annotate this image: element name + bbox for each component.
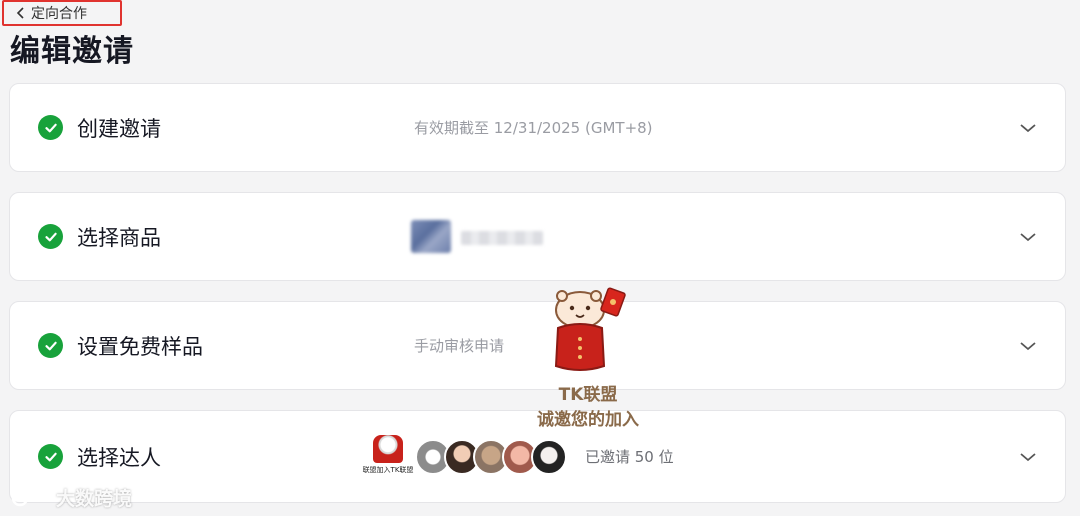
step-label: 选择达人	[77, 445, 161, 470]
product-thumbnail-blurred	[411, 220, 451, 253]
watermark-overlay: TK联盟 诚邀您的加入	[520, 284, 656, 434]
step-card-create-invitation[interactable]: 创建邀请 有效期截至 12/31/2025 (GMT+8)	[9, 83, 1066, 172]
hamster-mascot-icon	[554, 287, 626, 371]
check-circle-icon	[38, 115, 63, 140]
avatar	[531, 439, 567, 475]
chevron-down-icon[interactable]	[1019, 340, 1037, 352]
creator-logo: 联盟加入TK联盟	[363, 435, 413, 477]
creator-logo-caption: 联盟加入TK联盟	[362, 466, 414, 474]
watermark-line-2: 诚邀您的加入	[537, 410, 639, 430]
check-circle-icon	[38, 333, 63, 358]
creator-avatar-group	[415, 439, 567, 475]
step-card-select-product[interactable]: 选择商品	[9, 192, 1066, 281]
back-link-label: 定向合作	[31, 6, 87, 22]
corner-watermark: 大数跨境	[10, 484, 132, 511]
chevron-down-icon[interactable]	[1019, 122, 1037, 134]
step-detail-sample-review: 手动审核申请	[414, 337, 505, 355]
corner-watermark-text: 大数跨境	[56, 488, 133, 510]
brand-logo-icon	[11, 489, 48, 506]
chevron-left-icon	[16, 7, 24, 19]
step-label: 设置免费样品	[77, 334, 203, 359]
back-link[interactable]: 定向合作	[2, 0, 122, 26]
mascot-icon	[373, 435, 403, 463]
chevron-down-icon[interactable]	[1019, 231, 1037, 243]
watermark-line-1: TK联盟	[558, 385, 618, 405]
invited-count: 已邀请 50 位	[585, 448, 674, 466]
step-detail-validity: 有效期截至 12/31/2025 (GMT+8)	[414, 119, 653, 137]
chevron-down-icon[interactable]	[1019, 451, 1037, 463]
product-name-blurred	[461, 231, 543, 245]
page-title: 编辑邀请	[10, 34, 134, 69]
check-circle-icon	[38, 444, 63, 469]
step-label: 创建邀请	[77, 116, 161, 141]
step-label: 选择商品	[77, 225, 161, 250]
check-circle-icon	[38, 224, 63, 249]
